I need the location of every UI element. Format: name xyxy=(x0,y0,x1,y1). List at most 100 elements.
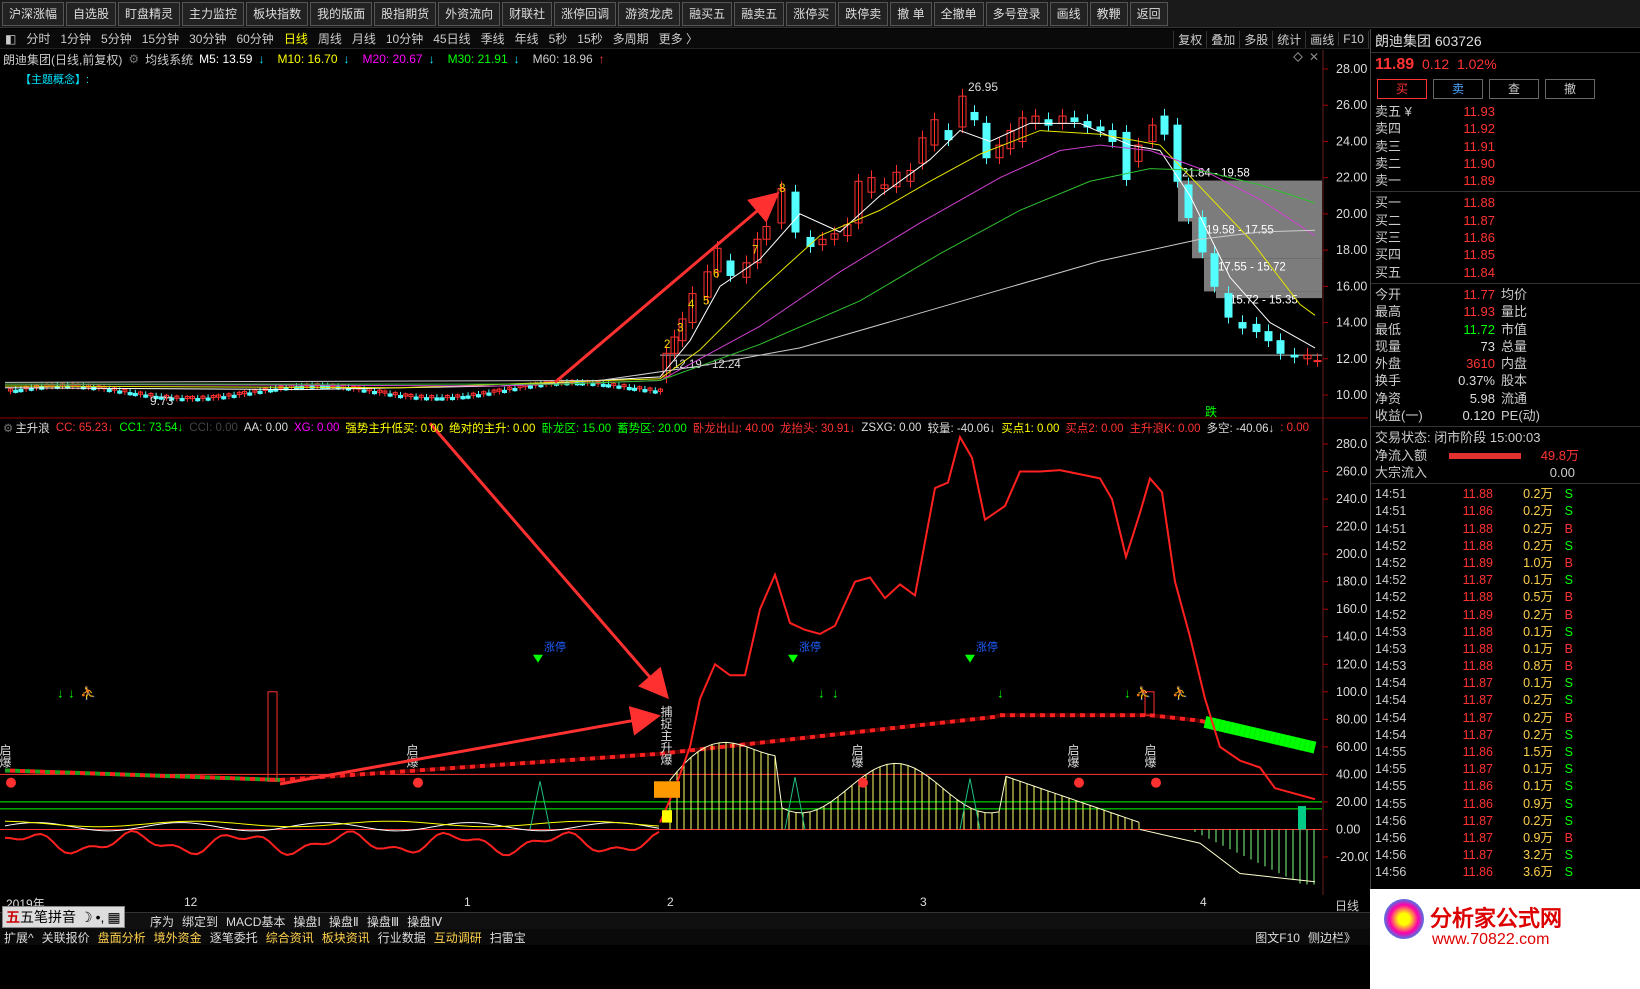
order-book-row[interactable]: 卖二 11.90 xyxy=(1371,155,1640,172)
toolbar-button[interactable]: 我的版面 xyxy=(310,1,373,26)
period-tab[interactable]: 年线 xyxy=(510,30,544,47)
green-peak xyxy=(784,777,806,830)
order-book-row[interactable]: 卖三 11.91 xyxy=(1371,138,1640,155)
order-book-row[interactable]: 卖一 11.89 xyxy=(1371,172,1640,189)
period-tab[interactable]: 季线 xyxy=(476,30,510,47)
toolbar-button[interactable]: 涨停回调 xyxy=(554,1,617,26)
concept-label[interactable]: 【主题概念】: xyxy=(20,71,89,87)
indicator-tab[interactable]: 操盘Ⅳ xyxy=(403,913,446,930)
period-tab[interactable]: 周线 xyxy=(313,30,347,47)
toolbar-button[interactable]: 自选股 xyxy=(66,1,117,26)
toolbar-button[interactable]: 多号登录 xyxy=(985,1,1048,26)
trend-band-segment xyxy=(1293,737,1302,750)
order-book-row[interactable]: 卖五 ¥11.93 xyxy=(1371,103,1640,120)
period-tab[interactable]: 多周期 xyxy=(608,30,654,47)
count-label: 4 xyxy=(688,299,695,311)
chart-tool-button[interactable]: F10 xyxy=(1338,32,1368,46)
trend-band-segment xyxy=(794,736,801,741)
trend-band-segment xyxy=(939,720,946,725)
bottom-right-button[interactable]: 图文F10 xyxy=(1251,929,1304,946)
period-tab[interactable]: 60分钟 xyxy=(231,30,278,47)
period-tab[interactable]: 15秒 xyxy=(572,30,607,47)
flower-logo-icon xyxy=(1384,899,1424,939)
period-tab[interactable]: 5分钟 xyxy=(96,30,137,47)
trade-button[interactable]: 撤 xyxy=(1545,79,1595,99)
candle-body xyxy=(1290,354,1299,358)
toolbar-button[interactable]: 融卖五 xyxy=(734,1,785,26)
function-tab[interactable]: 互动调研 xyxy=(430,929,486,946)
candle-body xyxy=(1198,217,1207,253)
indicator-tab[interactable]: 操盘Ⅰ xyxy=(289,913,325,930)
toolbar-button[interactable]: 主力监控 xyxy=(182,1,245,26)
period-tab[interactable]: 10分钟 xyxy=(381,30,428,47)
qibao-label: 启爆 xyxy=(0,744,12,769)
chart-tool-button[interactable]: 多股 xyxy=(1239,30,1272,48)
toolbar-button[interactable]: 画线 xyxy=(1049,1,1088,26)
order-book-row[interactable]: 卖四 11.92 xyxy=(1371,120,1640,137)
period-tab[interactable]: 日线 xyxy=(279,30,313,47)
candle-body xyxy=(1096,126,1105,132)
function-tab[interactable]: 扫雷宝 xyxy=(486,929,530,946)
toolbar-button[interactable]: 融买五 xyxy=(682,1,733,26)
toolbar-button[interactable]: 沪深涨幅 xyxy=(2,1,65,26)
ime-toolbar[interactable]: 五 五笔拼音 ☽ •, ▦ xyxy=(2,906,125,928)
order-book-row[interactable]: 买一 11.88 xyxy=(1371,194,1640,211)
cc-line xyxy=(659,434,1316,823)
chart-tool-button[interactable]: 画线 xyxy=(1305,30,1338,48)
x-axis: 2019年 12 1 2 3 4 xyxy=(0,895,1325,911)
toolbar-button[interactable]: 财联社 xyxy=(502,1,553,26)
toolbar-button[interactable]: 涨停买 xyxy=(786,1,837,26)
period-tab[interactable]: 分时 xyxy=(21,30,55,47)
order-book-row[interactable]: 买二 11.87 xyxy=(1371,212,1640,229)
function-tab[interactable]: 综合资讯 xyxy=(262,929,318,946)
indicator-settings-icon[interactable]: ⚙ xyxy=(3,421,13,435)
toolbar-button[interactable]: 外资流向 xyxy=(438,1,501,26)
chart-tool-button[interactable]: 复权 xyxy=(1173,30,1206,48)
function-tab[interactable]: 板块资讯 xyxy=(318,929,374,946)
trend-band-segment xyxy=(964,717,971,723)
function-tab[interactable]: 逐笔委托 xyxy=(206,929,262,946)
period-tab[interactable]: 月线 xyxy=(347,30,381,47)
period-tab[interactable]: 5秒 xyxy=(544,30,573,47)
toolbar-button[interactable]: 教鞭 xyxy=(1089,1,1128,26)
kline-chart[interactable]: 28.0026.0024.0022.0020.0018.0016.0014.00… xyxy=(0,50,1368,895)
function-tab[interactable]: 境外资金 xyxy=(150,929,206,946)
settings-gear-icon[interactable]: ⚙ xyxy=(128,52,139,66)
period-tab[interactable]: 1分钟 xyxy=(55,30,96,47)
indicator-tab[interactable]: 绑定到 xyxy=(178,913,222,930)
period-tab[interactable]: 45日线 xyxy=(428,30,475,47)
toolbar-button[interactable]: 撤 单 xyxy=(890,1,932,26)
bottom-right-button[interactable]: 侧边栏》 xyxy=(1304,929,1360,946)
toolbar-button[interactable]: 跌停卖 xyxy=(838,1,889,26)
trade-button[interactable]: 查 xyxy=(1489,79,1539,99)
indicator-tab[interactable]: 操盘Ⅱ xyxy=(325,913,363,930)
toolbar-button[interactable]: 全撤单 xyxy=(933,1,984,26)
indicator-tab[interactable]: 序为 xyxy=(146,913,178,930)
toolbar-button[interactable]: 板块指数 xyxy=(246,1,309,26)
toolbar-button[interactable]: 盯盘精灵 xyxy=(118,1,181,26)
trade-button[interactable]: 卖 xyxy=(1433,79,1483,99)
period-tab[interactable]: 更多 〉 xyxy=(654,30,703,47)
toolbar-button[interactable]: 游资龙虎 xyxy=(618,1,681,26)
toolbar-button[interactable]: 返回 xyxy=(1129,1,1168,26)
chart-tool-button[interactable]: 统计 xyxy=(1272,30,1305,48)
function-tab[interactable]: 关联报价 xyxy=(38,929,94,946)
function-tab[interactable]: 盘面分析 xyxy=(94,929,150,946)
panel-toggle-icon[interactable]: ◧ xyxy=(0,32,21,46)
candle-body xyxy=(221,396,227,400)
indicator-tab[interactable]: MACD基本 xyxy=(222,913,289,930)
period-tab[interactable]: 15分钟 xyxy=(137,30,184,47)
order-book-row[interactable]: 买三 11.86 xyxy=(1371,229,1640,246)
function-tab[interactable]: 扩展^ xyxy=(0,929,38,946)
indicator-tab[interactable]: 操盘Ⅲ xyxy=(363,913,403,930)
negative-outline xyxy=(1139,828,1316,883)
function-tab[interactable]: 行业数据 xyxy=(374,929,430,946)
candle-body xyxy=(18,388,24,393)
chart-tool-button[interactable]: 叠加 xyxy=(1206,30,1239,48)
trade-button[interactable]: 买 xyxy=(1377,79,1427,99)
order-book-row[interactable]: 买五 11.84 xyxy=(1371,264,1640,281)
toolbar-button[interactable]: 股指期货 xyxy=(374,1,437,26)
period-tab[interactable]: 30分钟 xyxy=(184,30,231,47)
tick-list[interactable]: 14:51 11.88 0.2万 S 14:51 11.86 0.2万 S 14:51 11.88… xyxy=(1371,486,1640,881)
order-book-row[interactable]: 买四 11.85 xyxy=(1371,246,1640,263)
